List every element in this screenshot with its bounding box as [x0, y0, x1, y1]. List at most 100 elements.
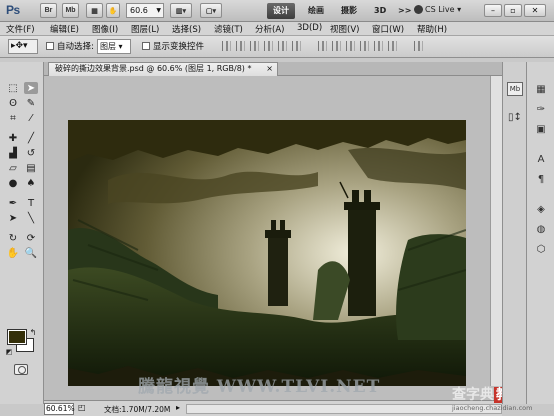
maximize-icon: ▫ [510, 6, 516, 15]
marquee-tool[interactable]: ⬚ [6, 82, 20, 94]
workspace-photography[interactable]: 摄影 [335, 3, 363, 19]
show-transform-checkbox[interactable] [142, 42, 150, 50]
menu-window[interactable]: 窗口(W) [372, 23, 404, 35]
swatches-panel-icon[interactable]: ✑ [533, 102, 549, 116]
history-panel-icon[interactable]: ▯↕ [507, 110, 523, 124]
path-select-tool[interactable]: ➤ [6, 212, 20, 224]
document-tab[interactable]: 破碎的撕边效果背景.psd @ 60.6% (图层 1, RGB/8) * × [48, 62, 278, 76]
history-brush-icon: ↺ [26, 147, 36, 159]
styles-panel-icon[interactable]: ▣ [533, 122, 549, 136]
default-colors-button[interactable]: ◩ [2, 346, 16, 358]
align-top-icon[interactable] [222, 41, 231, 51]
bridge-button[interactable]: Br [40, 3, 57, 18]
status-bar: 60.61% ◰ 文档:1.70M/7.20M ▸ [44, 400, 502, 416]
foreground-color-swatch[interactable] [7, 329, 27, 345]
gradient-tool[interactable]: ▤ [24, 162, 38, 174]
distribute-top-icon[interactable] [318, 41, 327, 51]
auto-align-icon[interactable] [414, 41, 423, 51]
menu-select[interactable]: 选择(S) [172, 23, 201, 35]
status-menu-icon[interactable]: ◰ [78, 403, 86, 412]
brand-text-a: 查字典 [452, 387, 494, 403]
history-brush-tool[interactable]: ↺ [24, 147, 38, 159]
menu-bar: 文件(F) 编辑(E) 图像(I) 图层(L) 选择(S) 滤镜(T) 分析(A… [0, 22, 554, 36]
clone-stamp-tool[interactable]: ▟ [6, 147, 20, 159]
move-tool[interactable]: ➤ [24, 82, 38, 94]
auto-select-checkbox[interactable] [46, 42, 54, 50]
status-flyout-icon[interactable]: ▸ [176, 403, 180, 412]
mini-bridge-panel-icon[interactable]: Mb [507, 82, 523, 96]
dodge-tool[interactable]: ♠ [24, 177, 38, 189]
distribute-left-icon[interactable] [360, 41, 369, 51]
quick-mask-button[interactable] [14, 364, 28, 375]
close-tab-icon[interactable]: × [266, 63, 273, 75]
layers-panel-icon[interactable]: ◈ [533, 202, 549, 216]
swap-colors-button[interactable]: ↰ [26, 326, 40, 338]
tool-preset-picker[interactable]: ▸✥▾ [8, 39, 38, 54]
zoom-tool[interactable]: 🔍 [24, 247, 38, 259]
minimize-icon: – [491, 6, 495, 15]
distribute-right-icon[interactable] [388, 41, 397, 51]
eyedropper-tool[interactable]: ⁄ [24, 112, 38, 124]
workspace-design[interactable]: 设计 [267, 3, 295, 19]
align-vcenter-icon[interactable] [236, 41, 245, 51]
distribute-hcenter-icon[interactable] [374, 41, 383, 51]
brush-tool[interactable]: ╱ [24, 132, 38, 144]
3d-orbit-tool[interactable]: ⟳ [24, 232, 38, 244]
3d-rotate-tool[interactable]: ↻ [6, 232, 20, 244]
distribute-bottom-icon[interactable] [346, 41, 355, 51]
blur-tool[interactable]: ● [6, 177, 20, 189]
channels-panel-icon[interactable]: ◍ [533, 222, 549, 236]
maximize-button[interactable]: ▫ [504, 4, 522, 17]
workspace-3d[interactable]: 3D [368, 3, 392, 19]
screen-mode-button[interactable]: ▢▾ [200, 3, 222, 18]
minimize-button[interactable]: – [484, 4, 502, 17]
3d-orbit-icon: ⟳ [26, 232, 36, 244]
zoom-level-select[interactable]: 60.6 ▼ [126, 3, 164, 18]
cs-live-menu[interactable]: CS Live ▾ [414, 5, 461, 14]
menu-view[interactable]: 视图(V) [330, 23, 359, 35]
menu-layer[interactable]: 图层(L) [131, 23, 159, 35]
menu-analysis[interactable]: 分析(A) [255, 23, 284, 35]
canvas-area[interactable] [44, 76, 490, 386]
color-panel-icon[interactable]: ▦ [533, 82, 549, 96]
paths-panel-icon[interactable]: ⬡ [533, 242, 549, 256]
type-tool[interactable]: T [24, 197, 38, 209]
lasso-tool[interactable]: ʘ [6, 97, 20, 109]
menu-help[interactable]: 帮助(H) [417, 23, 447, 35]
mini-bridge-button[interactable]: Mb [62, 3, 79, 18]
menu-file[interactable]: 文件(F) [6, 23, 35, 35]
menu-image[interactable]: 图像(I) [92, 23, 118, 35]
menu-3d[interactable]: 3D(D) [297, 23, 322, 33]
align-hcenter-icon[interactable] [278, 41, 287, 51]
align-left-icon[interactable] [264, 41, 273, 51]
menu-edit[interactable]: 编辑(E) [50, 23, 79, 35]
menu-filter[interactable]: 滤镜(T) [214, 23, 243, 35]
healing-brush-tool[interactable]: ✚ [6, 132, 20, 144]
vertical-scrollbar[interactable] [490, 76, 502, 386]
eraser-tool[interactable]: ▱ [6, 162, 20, 174]
crop-tool[interactable]: ⌗ [6, 112, 20, 124]
brush-icon: ╱ [27, 132, 35, 144]
paragraph-panel-icon[interactable]: ¶ [533, 172, 549, 186]
view-extras-button[interactable]: ▦ [86, 3, 103, 18]
quick-select-tool[interactable]: ✎ [24, 97, 38, 109]
pen-icon: ✒ [8, 197, 18, 209]
character-panel-icon[interactable]: A [533, 152, 549, 166]
pen-tool[interactable]: ✒ [6, 197, 20, 209]
hand-tool[interactable]: ✋ [6, 247, 20, 259]
move-icon: ➤ [26, 82, 36, 94]
magnifier-icon: 🔍 [24, 247, 38, 259]
3d-rotate-icon: ↻ [8, 232, 18, 244]
auto-select-target-select[interactable]: 图层 ▾ [97, 39, 131, 54]
close-button[interactable]: ✕ [524, 4, 546, 17]
align-bottom-icon[interactable] [250, 41, 259, 51]
arrange-documents-button[interactable]: ▥▾ [170, 3, 192, 18]
distribute-vcenter-icon[interactable] [332, 41, 341, 51]
hand-zoom-button[interactable]: ✋ [106, 3, 120, 18]
align-right-icon[interactable] [292, 41, 301, 51]
shape-tool[interactable]: ╲ [24, 212, 38, 224]
swap-arrows-icon: ↰ [29, 327, 37, 337]
zoom-percent-field[interactable]: 60.61% [44, 403, 75, 415]
workspace-painting[interactable]: 绘画 [302, 3, 330, 19]
drop-icon: ● [8, 177, 18, 189]
